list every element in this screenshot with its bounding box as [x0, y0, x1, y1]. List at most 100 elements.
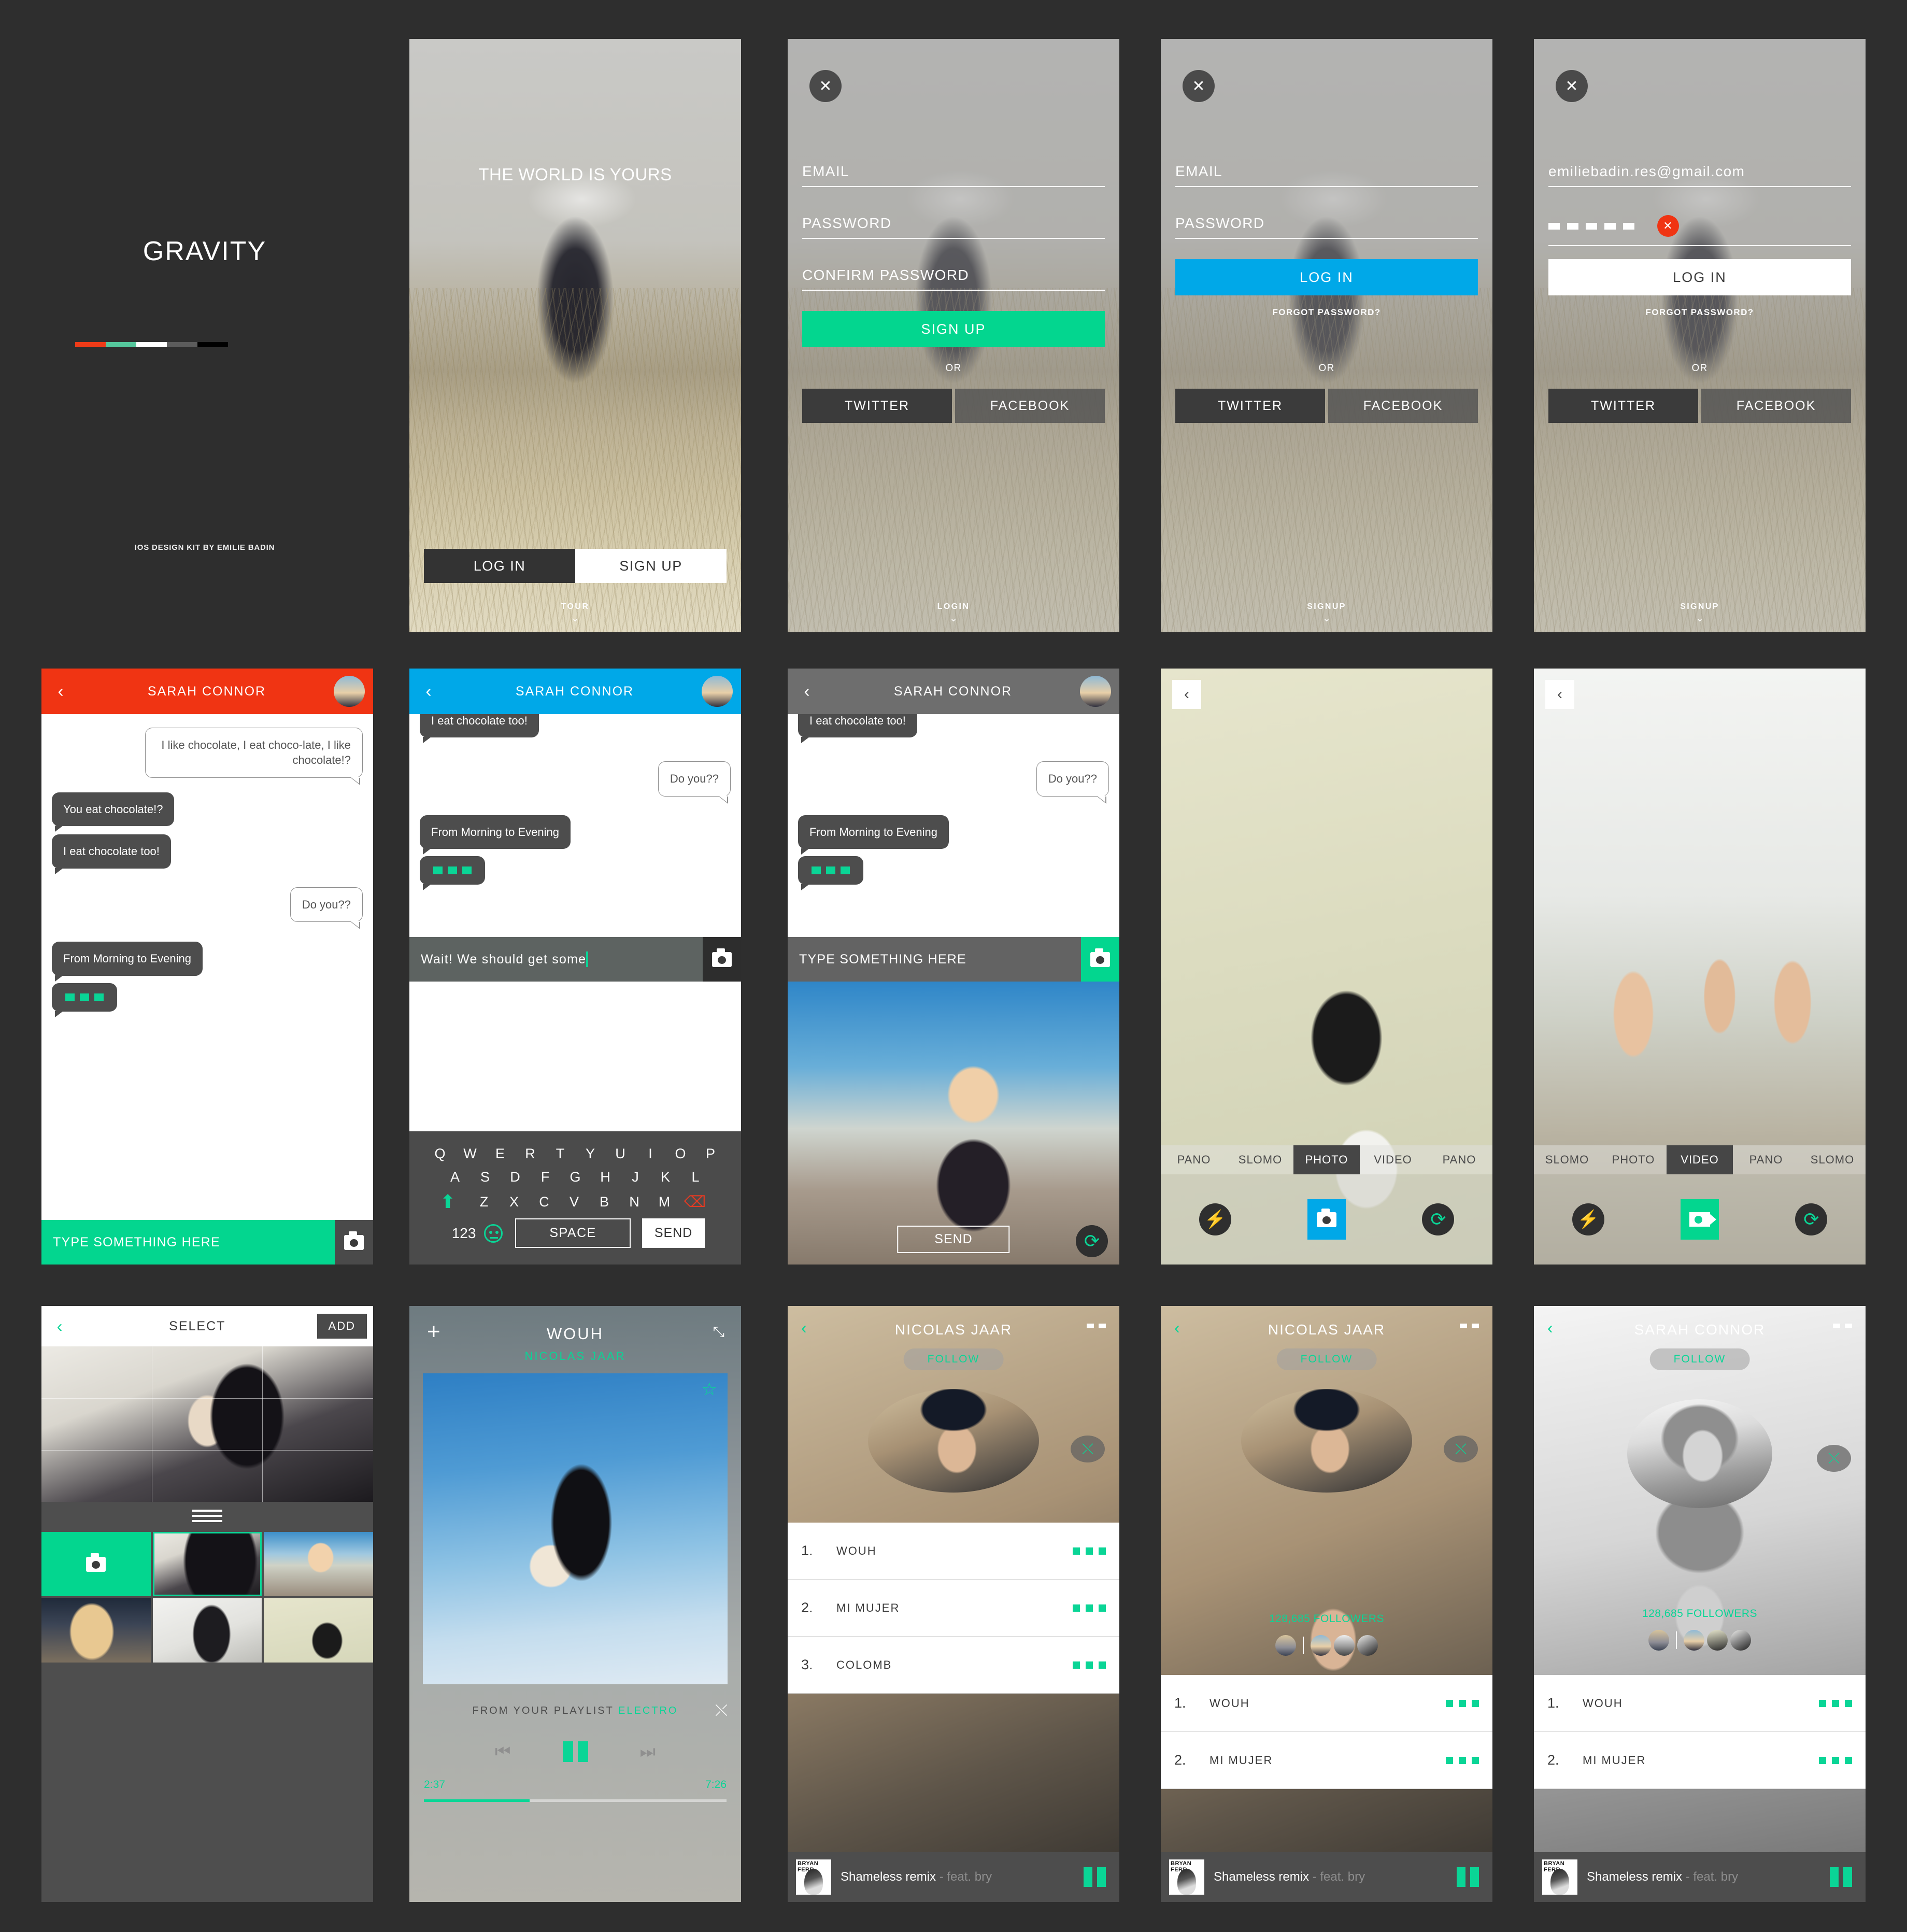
- key-t[interactable]: T: [545, 1146, 575, 1162]
- twitter-button[interactable]: TWITTER: [1548, 389, 1698, 423]
- thumb-item[interactable]: [152, 1532, 262, 1596]
- track-row[interactable]: 3. COLOMB: [788, 1637, 1119, 1694]
- track-row[interactable]: 2. MI MUJER: [788, 1580, 1119, 1637]
- rotate-camera-icon[interactable]: ⟳: [1795, 1203, 1828, 1235]
- record-button[interactable]: [1680, 1199, 1719, 1240]
- avatar[interactable]: [334, 676, 365, 707]
- shift-icon[interactable]: [440, 1192, 466, 1211]
- mode-pano-right[interactable]: PANO: [1426, 1145, 1492, 1174]
- key-u[interactable]: U: [605, 1146, 635, 1162]
- avatar[interactable]: [702, 676, 733, 707]
- follow-button[interactable]: FOLLOW: [903, 1348, 1004, 1370]
- emoji-icon[interactable]: [484, 1224, 503, 1243]
- login-foot-nav[interactable]: SIGNUP ⌄: [1161, 602, 1492, 623]
- send-button[interactable]: SEND: [642, 1218, 705, 1248]
- track-row[interactable]: 2. MI MUJER: [1161, 1732, 1492, 1789]
- send-photo-button[interactable]: SEND: [897, 1226, 1010, 1253]
- login-button[interactable]: LOG IN: [424, 549, 575, 583]
- password-field[interactable]: PASSWORD: [1175, 215, 1478, 239]
- add-button[interactable]: ADD: [317, 1314, 367, 1339]
- shuffle-icon[interactable]: ⤬: [1444, 1436, 1478, 1462]
- password-field[interactable]: PASSWORD: [802, 215, 1105, 239]
- mode-slomo-right[interactable]: SLOMO: [1799, 1145, 1866, 1174]
- flash-icon[interactable]: ⚡: [1199, 1203, 1231, 1235]
- track-more-icon[interactable]: [1446, 1756, 1479, 1764]
- previous-icon[interactable]: ⏮: [495, 1743, 511, 1760]
- mode-video[interactable]: VIDEO: [1360, 1145, 1426, 1174]
- email-field[interactable]: emiliebadin.res@gmail.com: [1548, 163, 1851, 187]
- pause-icon[interactable]: [1830, 1867, 1852, 1887]
- thumb-item[interactable]: [264, 1598, 373, 1663]
- mode-photo[interactable]: PHOTO: [1600, 1145, 1667, 1174]
- error-close-icon[interactable]: ✕: [1657, 215, 1679, 237]
- follower-avatar[interactable]: [1357, 1635, 1378, 1656]
- now-playing-bar[interactable]: BRYAN FERR Shameless remix - feat. bry: [1534, 1852, 1866, 1902]
- back-icon[interactable]: ‹: [1172, 680, 1201, 709]
- chat-input[interactable]: TYPE SOMETHING HERE: [788, 937, 1081, 982]
- key-v[interactable]: V: [559, 1194, 589, 1210]
- next-icon[interactable]: ⏭: [640, 1743, 656, 1760]
- rotate-camera-icon[interactable]: ⟳: [1422, 1203, 1455, 1235]
- key-b[interactable]: B: [589, 1194, 619, 1210]
- key-c[interactable]: C: [529, 1194, 559, 1210]
- flash-icon[interactable]: ⚡: [1572, 1203, 1604, 1235]
- shuffle-icon[interactable]: ⤬: [715, 1703, 728, 1718]
- track-more-icon[interactable]: [1073, 1604, 1106, 1612]
- track-more-icon[interactable]: [1819, 1756, 1852, 1764]
- follower-avatar[interactable]: [1334, 1635, 1355, 1656]
- pause-icon[interactable]: [562, 1741, 588, 1762]
- follower-avatar[interactable]: [1311, 1635, 1331, 1656]
- facebook-button[interactable]: FACEBOOK: [1328, 389, 1478, 423]
- back-icon[interactable]: ‹: [1545, 680, 1574, 709]
- signup-button[interactable]: SIGN UP: [575, 549, 727, 583]
- login-button[interactable]: LOG IN: [1548, 259, 1851, 295]
- thumb-item[interactable]: [41, 1598, 151, 1663]
- key-e[interactable]: E: [485, 1146, 515, 1162]
- thumb-camera[interactable]: [41, 1532, 151, 1596]
- key-k[interactable]: K: [650, 1169, 680, 1185]
- forgot-password-link[interactable]: FORGOT PASSWORD?: [1534, 307, 1866, 318]
- login-button[interactable]: LOG IN: [1175, 259, 1478, 295]
- key-j[interactable]: J: [620, 1169, 650, 1185]
- password-field[interactable]: ✕: [1548, 215, 1851, 246]
- avatar[interactable]: [1080, 676, 1111, 707]
- key-h[interactable]: H: [590, 1169, 620, 1185]
- twitter-button[interactable]: TWITTER: [1175, 389, 1325, 423]
- follow-button[interactable]: FOLLOW: [1649, 1348, 1750, 1370]
- key-o[interactable]: O: [665, 1146, 695, 1162]
- follow-button[interactable]: FOLLOW: [1276, 1348, 1377, 1370]
- login-foot-nav[interactable]: SIGNUP ⌄: [1534, 602, 1866, 623]
- follower-avatar[interactable]: [1275, 1635, 1296, 1656]
- back-icon[interactable]: ‹: [41, 1317, 78, 1336]
- rotate-camera-icon[interactable]: ⟳: [1076, 1225, 1108, 1257]
- track-more-icon[interactable]: [1819, 1699, 1852, 1707]
- follower-avatar[interactable]: [1707, 1630, 1728, 1651]
- key-g[interactable]: G: [560, 1169, 590, 1185]
- mode-video[interactable]: VIDEO: [1667, 1145, 1733, 1174]
- forgot-password-link[interactable]: FORGOT PASSWORD?: [1161, 307, 1492, 318]
- track-row[interactable]: 2. MI MUJER: [1534, 1732, 1866, 1789]
- key-q[interactable]: Q: [425, 1146, 455, 1162]
- collapse-icon[interactable]: ⤡: [713, 1325, 724, 1339]
- key-y[interactable]: Y: [575, 1146, 605, 1162]
- pause-icon[interactable]: [1084, 1867, 1106, 1887]
- star-icon[interactable]: ☆: [702, 1381, 717, 1398]
- tour-foot-nav[interactable]: TOUR ⌄: [409, 602, 741, 623]
- key-r[interactable]: R: [515, 1146, 545, 1162]
- key-l[interactable]: L: [680, 1169, 710, 1185]
- crop-preview[interactable]: [41, 1346, 373, 1502]
- chat-input[interactable]: Wait! We should get some: [409, 937, 703, 982]
- track-more-icon[interactable]: [1446, 1699, 1479, 1707]
- mode-slomo[interactable]: SLOMO: [1227, 1145, 1293, 1174]
- close-icon[interactable]: ✕: [1183, 70, 1215, 102]
- track-row[interactable]: 1. WOUH: [1534, 1675, 1866, 1732]
- back-icon[interactable]: ‹: [41, 681, 80, 702]
- camera-button[interactable]: [703, 937, 741, 982]
- key-i[interactable]: I: [635, 1146, 665, 1162]
- key-w[interactable]: W: [455, 1146, 485, 1162]
- facebook-button[interactable]: FACEBOOK: [955, 389, 1105, 423]
- mode-slomo-left[interactable]: SLOMO: [1534, 1145, 1600, 1174]
- progress-bar[interactable]: [424, 1799, 727, 1802]
- key-d[interactable]: D: [500, 1169, 530, 1185]
- twitter-button[interactable]: TWITTER: [802, 389, 952, 423]
